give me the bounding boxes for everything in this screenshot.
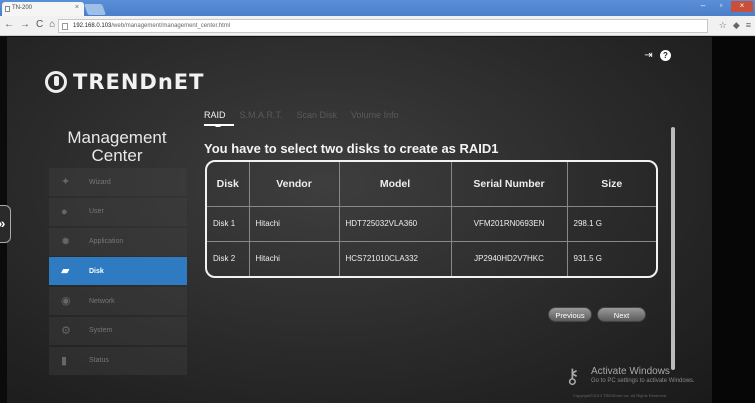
- extension-icon[interactable]: ◆: [733, 20, 740, 31]
- previous-button[interactable]: Previous: [548, 307, 592, 322]
- column-header: Vendor: [249, 162, 340, 207]
- vendor-cell: Hitachi: [249, 241, 340, 276]
- size-cell: 931.5 G: [573, 254, 602, 264]
- watermark-title: Activate Windows: [591, 366, 670, 377]
- disk-table: Disk Vendor Model Serial Number Size Dis…: [205, 160, 658, 278]
- sidebar-item-label: Network: [89, 297, 115, 305]
- logo-text: TRENDnET: [73, 70, 205, 94]
- tab-volume-info[interactable]: Volume Info: [351, 110, 399, 120]
- home-icon[interactable]: ⌂: [49, 19, 55, 30]
- model-cell: HDT725032VLA360: [339, 206, 452, 242]
- sidebar-menu: ✦ Wizard ● User ✹ Application ▰ Disk ◉ N…: [49, 168, 187, 377]
- user-icon: ●: [61, 205, 68, 218]
- column-header: Size: [567, 162, 656, 207]
- serial-cell: VFM201RN0693EN: [451, 206, 568, 242]
- tab-smart[interactable]: S.M.A.R.T.: [240, 110, 283, 120]
- vendor-cell: Hitachi: [249, 206, 340, 242]
- window-close-button[interactable]: ×: [731, 1, 753, 12]
- browser-tab-title: TN-200: [12, 5, 33, 11]
- star-icon[interactable]: ☆: [719, 20, 727, 31]
- column-header: Disk: [207, 162, 250, 207]
- next-button[interactable]: Next: [597, 307, 646, 322]
- back-icon[interactable]: ←: [4, 19, 14, 30]
- sidebar-item-label: Disk: [89, 267, 104, 275]
- url-field[interactable]: 192.168.0.103/web/management/management_…: [58, 19, 708, 33]
- watermark-subtitle: Go to PC settings to activate Windows.: [591, 378, 695, 384]
- url-path: /web/management/management_center.html: [111, 23, 231, 29]
- gear-icon: ✹: [61, 235, 71, 248]
- system-icon: ⚙: [61, 324, 71, 337]
- sidebar-title: Management Center: [67, 128, 167, 165]
- disk-cell: Disk 2: [207, 241, 250, 276]
- sidebar-item-label: User: [89, 208, 104, 216]
- browser-actions: ☆ ◆ ≡: [719, 20, 751, 31]
- management-app: ⇥ ? TRENDnET Management Center ✦ Wizard …: [7, 37, 712, 403]
- disk-icon: ▰: [61, 265, 70, 278]
- maximize-button[interactable]: ▫: [713, 1, 729, 12]
- disk-cell: Disk 1: [207, 206, 250, 242]
- sidebar-item-application[interactable]: ✹ Application: [49, 227, 187, 256]
- column-header: Model: [339, 162, 452, 207]
- sidebar-item-disk[interactable]: ▰ Disk: [49, 257, 187, 286]
- sidebar-item-network[interactable]: ◉ Network: [49, 287, 187, 316]
- sidebar-item-status[interactable]: ▮ Status: [49, 346, 187, 375]
- sidebar-item-label: Wizard: [89, 178, 111, 186]
- status-icon: ▮: [61, 354, 68, 367]
- column-header: Serial Number: [451, 162, 568, 207]
- tab-raid[interactable]: RAID: [204, 110, 234, 127]
- page-favicon-icon: [5, 6, 10, 12]
- sidebar-item-label: Application: [89, 238, 124, 246]
- right-margin: [712, 37, 755, 403]
- minimize-button[interactable]: –: [695, 1, 711, 12]
- page-viewport: ⇥ ? TRENDnET Management Center ✦ Wizard …: [0, 37, 755, 403]
- size-cell: 298.1 G: [567, 206, 656, 242]
- window-controls: – ▫ ×: [695, 1, 753, 12]
- nav-buttons: ← → C ⌂: [4, 19, 55, 30]
- table-row[interactable]: Disk 1 Hitachi HDT725032VLA360 VFM201RN0…: [207, 206, 656, 242]
- copyright-text: Copyright©2013 TRENDnet Inc. All Rights …: [573, 393, 668, 398]
- reload-icon[interactable]: C: [36, 19, 43, 30]
- wizard-buttons: Previous Next: [548, 307, 646, 322]
- key-icon: ⚷: [565, 366, 580, 388]
- close-tab-icon[interactable]: ×: [75, 4, 79, 11]
- model-cell: HCS721010CLA332: [339, 241, 452, 276]
- disk-tabs: RAID S.M.A.R.T. Scan Disk Volume Info: [204, 110, 399, 127]
- tab-scan-disk[interactable]: Scan Disk: [297, 110, 338, 120]
- sidebar-item-wizard[interactable]: ✦ Wizard: [49, 168, 187, 196]
- page-icon: [62, 23, 68, 30]
- logo-mark-icon: [45, 71, 67, 93]
- table-row[interactable]: Disk 2 Hitachi HCS721010CLA332 JP2940HD2…: [207, 241, 656, 276]
- vertical-scrollbar[interactable]: [671, 127, 675, 370]
- sidebar-item-label: System: [89, 327, 113, 335]
- address-bar: ← → C ⌂ 192.168.0.103/web/management/man…: [0, 16, 755, 36]
- menu-icon[interactable]: ≡: [746, 20, 751, 31]
- logout-icon[interactable]: ⇥: [643, 50, 654, 61]
- wand-icon: ✦: [61, 176, 71, 188]
- network-icon: ◉: [61, 295, 71, 308]
- sidebar-item-label: Status: [89, 357, 109, 365]
- browser-tab[interactable]: TN-200 ×: [2, 2, 84, 16]
- sidebar-item-system[interactable]: ⚙ System: [49, 316, 187, 345]
- new-tab-button[interactable]: [83, 4, 107, 15]
- expand-sidebar-button[interactable]: »: [0, 205, 11, 243]
- serial-cell: JP2940HD2V7HKC: [451, 241, 568, 276]
- url-host: 192.168.0.103: [73, 23, 112, 29]
- help-icon[interactable]: ?: [660, 50, 671, 61]
- table-header-row: Disk Vendor Model Serial Number Size: [207, 162, 656, 207]
- trendnet-logo: TRENDnET: [45, 70, 204, 94]
- sidebar-item-user[interactable]: ● User: [49, 197, 187, 226]
- raid-heading: You have to select two disks to create a…: [204, 141, 499, 156]
- browser-tab-strip: TN-200 × – ▫ ×: [0, 0, 755, 16]
- forward-icon[interactable]: →: [20, 19, 30, 30]
- top-icons: ⇥ ?: [643, 50, 671, 61]
